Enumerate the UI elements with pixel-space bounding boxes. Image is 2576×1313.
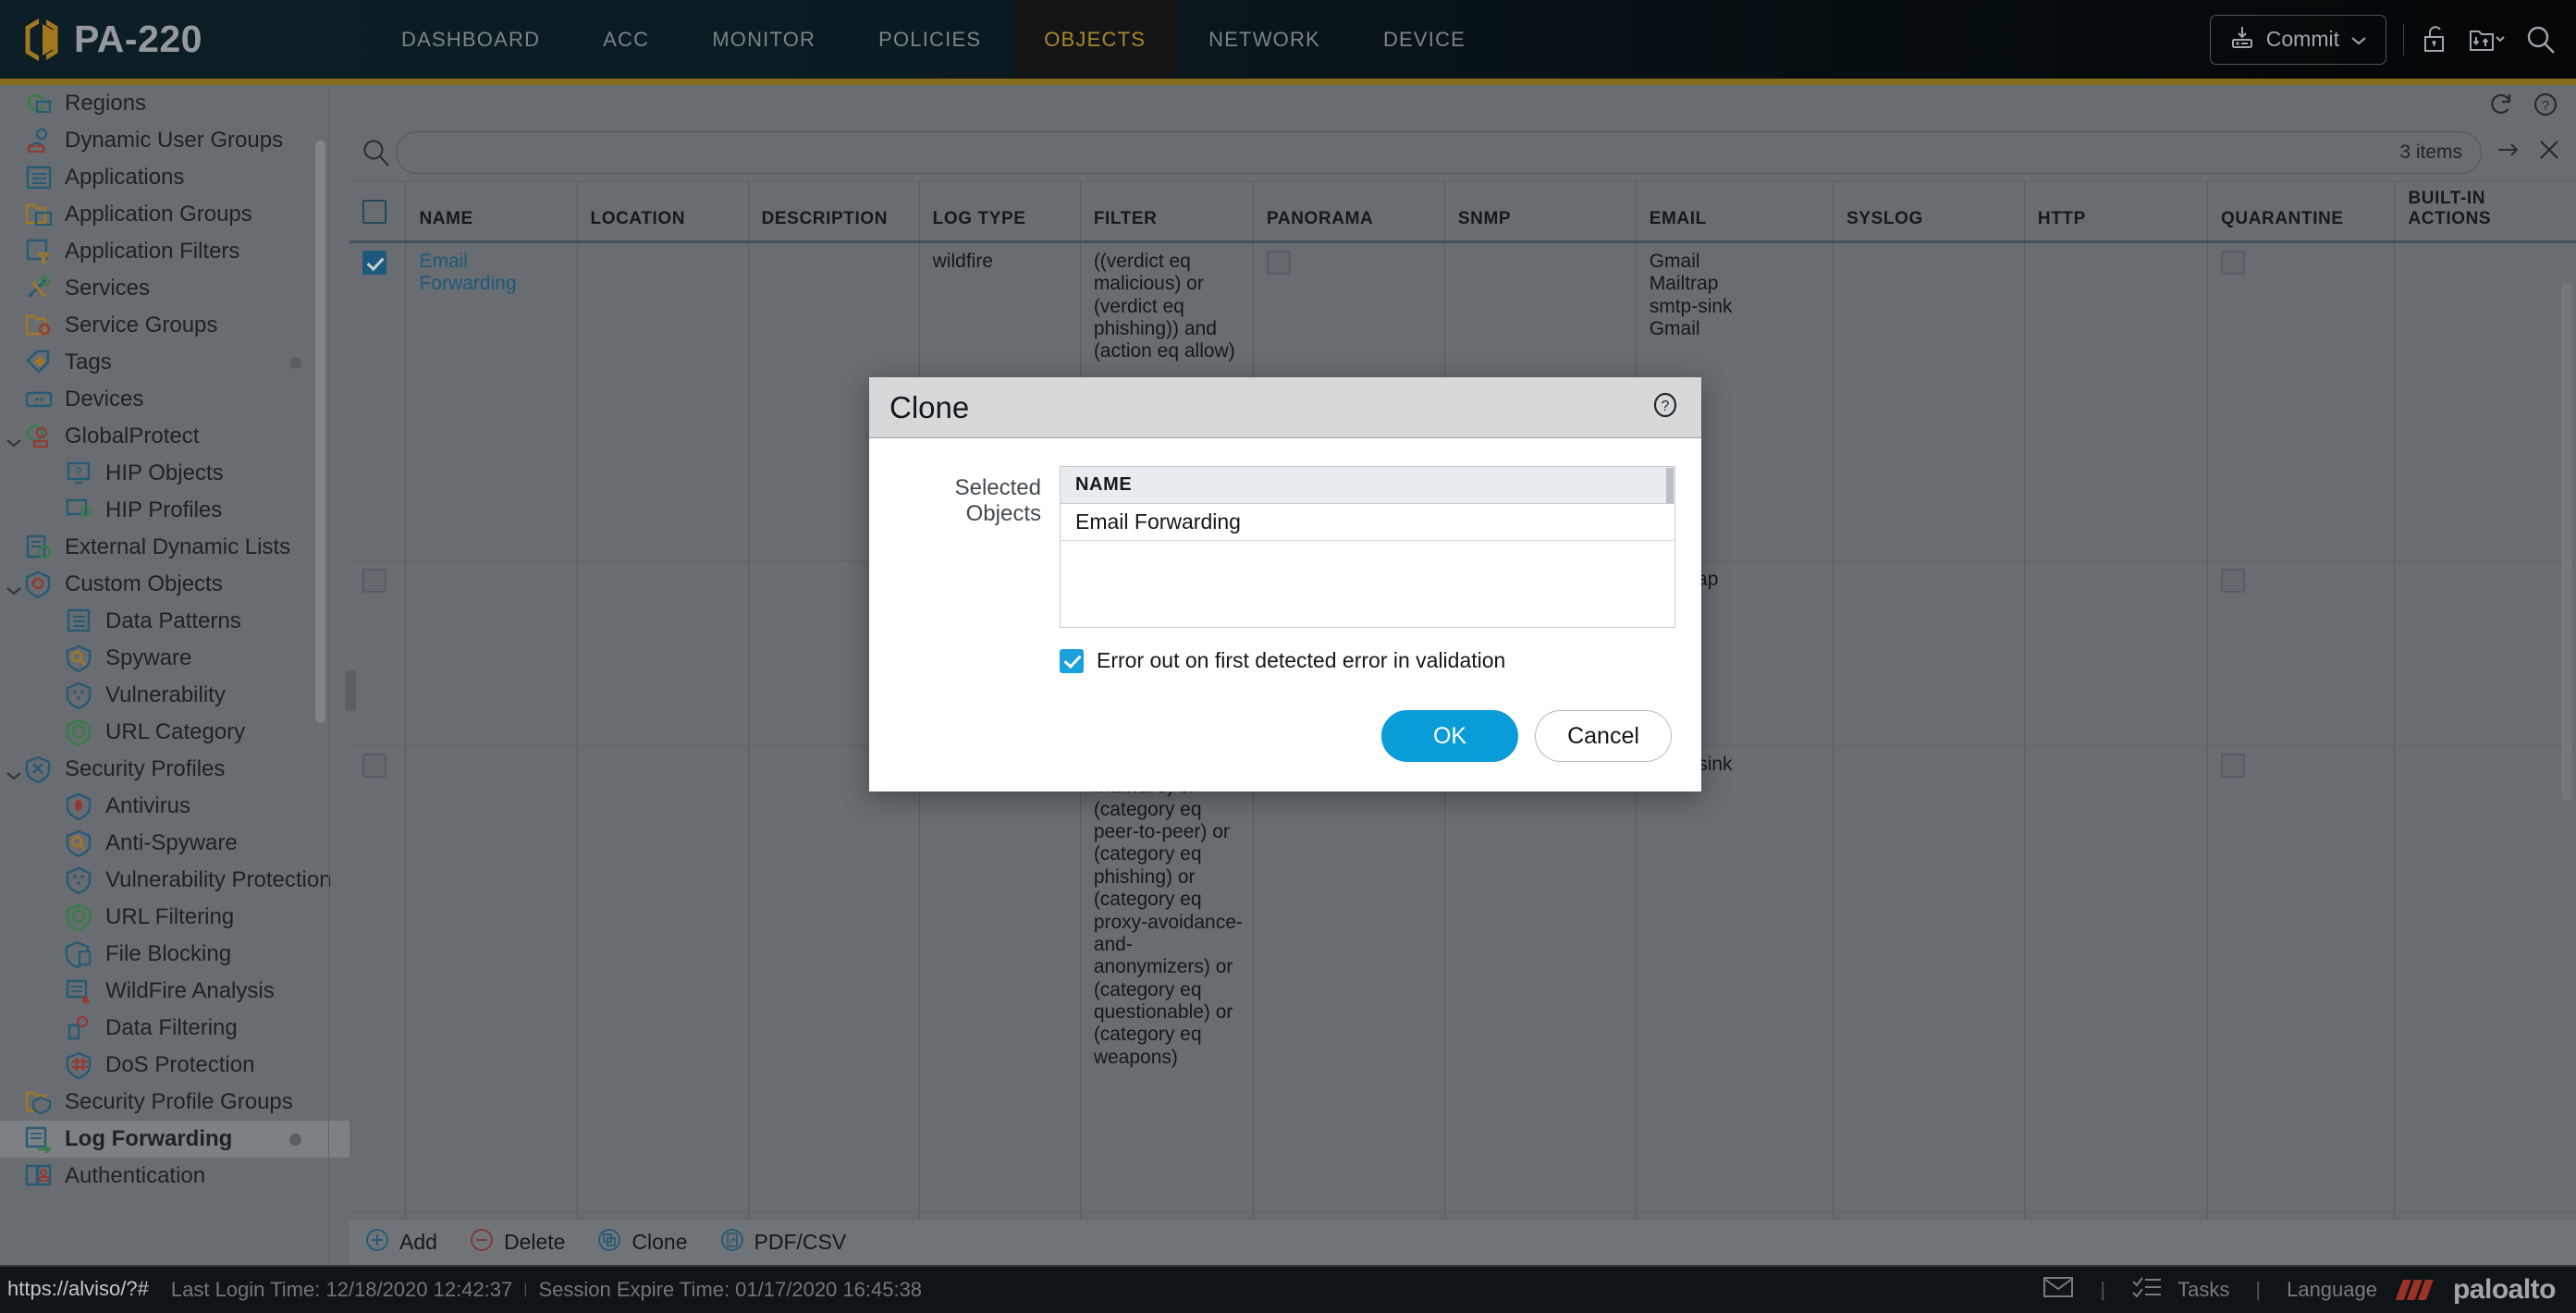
help-icon[interactable]: ? [1650, 389, 1681, 425]
dialog-header: Clone ? [869, 377, 1701, 438]
dialog-footer: OK Cancel [895, 673, 1675, 767]
listbox-scrollbar[interactable] [1666, 468, 1674, 503]
app-root: PA-220 DASHBOARD ACC MONITOR POLICIES OB… [0, 0, 2576, 1313]
selected-objects-listbox: NAME Email Forwarding [1060, 466, 1675, 628]
selected-objects-label: Selected Objects [954, 475, 1041, 526]
error-out-checkbox-row: Error out on first detected error in val… [1060, 648, 1675, 673]
ok-button[interactable]: OK [1381, 710, 1518, 762]
list-item[interactable]: Email Forwarding [1061, 504, 1674, 541]
dialog-body: Selected Objects NAME Email Forwarding E… [869, 438, 1701, 791]
error-out-checkbox[interactable] [1060, 648, 1084, 673]
error-out-label: Error out on first detected error in val… [1097, 648, 1506, 672]
clone-dialog: Clone ? Selected Objects NAME Email Forw… [869, 377, 1701, 791]
selected-objects-field: Selected Objects NAME Email Forwarding [895, 466, 1675, 628]
cancel-button[interactable]: Cancel [1535, 710, 1672, 762]
svg-text:?: ? [1662, 399, 1670, 414]
listbox-header-name: NAME [1061, 467, 1674, 504]
dialog-title: Clone [889, 389, 970, 424]
